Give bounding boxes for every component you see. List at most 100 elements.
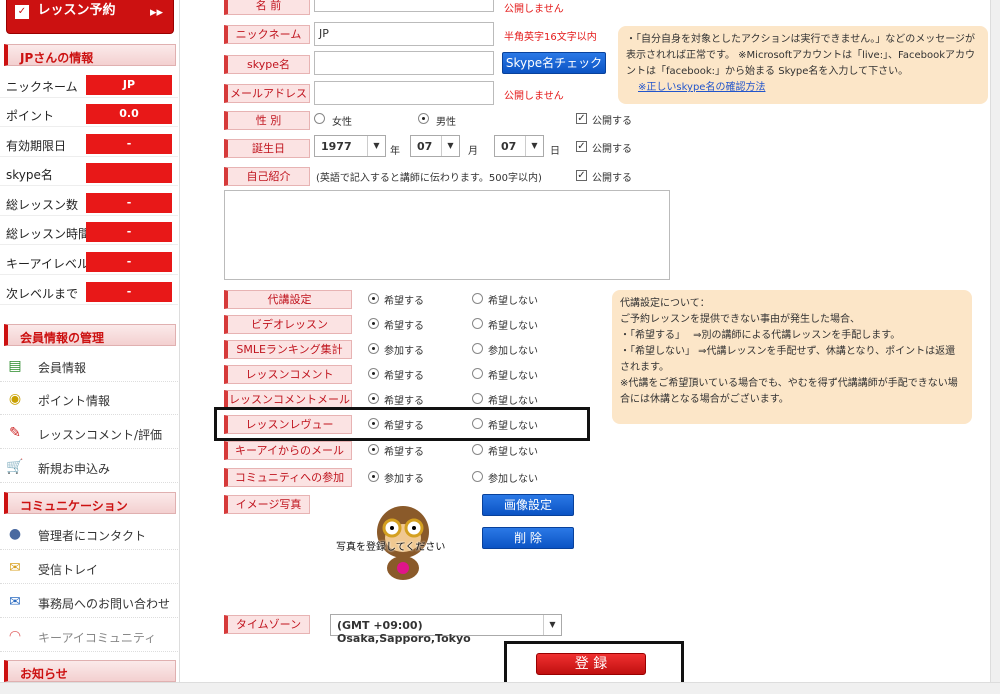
skype-check-button[interactable]: Skype名チェック bbox=[502, 52, 606, 74]
pref-community-yes-radio[interactable] bbox=[368, 471, 379, 482]
communication-title: コミュニケーション bbox=[4, 492, 176, 514]
pref-comment-mail-no-radio[interactable] bbox=[472, 393, 483, 404]
gender-female-label: 女性 bbox=[332, 117, 352, 128]
pref-comment-yes-radio[interactable] bbox=[368, 368, 379, 379]
menu-label: 会員情報 bbox=[38, 361, 87, 375]
gender-female-radio[interactable] bbox=[314, 113, 325, 124]
pref-ranking-yes-radio[interactable] bbox=[368, 343, 379, 354]
day-unit: 日 bbox=[550, 146, 560, 157]
sidebar: ✓ レッスン予約 ▸▸ JPさんの情報 ニックネーム JP ポイント 0.0 有効期… bbox=[0, 0, 180, 694]
info-label: ニックネーム bbox=[6, 80, 78, 94]
menu-new-application[interactable]: 🛒 新規お申込み bbox=[0, 451, 178, 483]
email-field[interactable] bbox=[314, 81, 494, 105]
skype-help-link[interactable]: ※正しいskype名の確認方法 bbox=[626, 80, 980, 96]
info-label: 次レベルまで bbox=[6, 287, 79, 301]
submit-button[interactable]: 登 録 bbox=[536, 653, 646, 675]
delete-image-button[interactable]: 削 除 bbox=[482, 527, 574, 549]
gender-label: 性 別 bbox=[224, 111, 310, 130]
gender-public-label: 公開する bbox=[592, 116, 632, 127]
menu-lesson-comment[interactable]: ✎ レッスンコメント/評価 bbox=[0, 417, 178, 449]
info-label: ポイント bbox=[6, 109, 55, 123]
intro-note: (英語で記入すると講師に伝わります。500字以内) bbox=[316, 173, 542, 184]
info-value bbox=[86, 163, 172, 183]
rainbow-icon: ◠ bbox=[8, 628, 22, 644]
info-label: キーアイレベル bbox=[6, 257, 89, 271]
pref-opt-label: 参加しない bbox=[488, 474, 538, 485]
info-value: 0.0 bbox=[86, 104, 172, 124]
info-row-next-level: 次レベルまで - bbox=[0, 279, 178, 305]
reserve-icon: ✓ bbox=[15, 5, 29, 19]
double-arrow-icon: ▸▸ bbox=[149, 5, 163, 20]
pref-comment-no-radio[interactable] bbox=[472, 368, 483, 379]
gender-male-radio[interactable] bbox=[418, 113, 429, 124]
pref-opt-label: 希望する bbox=[384, 321, 424, 332]
birth-year-select[interactable]: 1977 ▼ bbox=[314, 135, 386, 157]
pref-opt-label: 希望する bbox=[384, 296, 424, 307]
intro-public-label: 公開する bbox=[592, 173, 632, 184]
horizontal-scrollbar[interactable] bbox=[0, 682, 1000, 694]
lesson-reserve-button[interactable]: ✓ レッスン予約 ▸▸ bbox=[6, 0, 174, 34]
birth-year-value: 1977 bbox=[321, 140, 352, 153]
birth-day-select[interactable]: 07 ▼ bbox=[494, 135, 544, 157]
name-label: 名 前 bbox=[224, 0, 310, 15]
sub-info-title: 代講設定について： bbox=[620, 298, 710, 309]
pref-opt-label: 希望する bbox=[384, 396, 424, 407]
photo-placeholder-text: 写真を登録してください bbox=[336, 542, 446, 553]
menu-point-info[interactable]: ◉ ポイント情報 bbox=[0, 383, 178, 415]
menu-label: キーアイコミュニティ bbox=[38, 631, 157, 645]
menu-community[interactable]: ◠ キーアイコミュニティ bbox=[0, 620, 178, 652]
pref-keyi-mail-yes-radio[interactable] bbox=[368, 444, 379, 455]
vertical-scrollbar[interactable] bbox=[990, 0, 1000, 694]
info-row-level: キーアイレベル - bbox=[0, 249, 178, 275]
timezone-select[interactable]: (GMT +09:00) Osaka,Sapporo,Tokyo ▼ bbox=[330, 614, 562, 645]
member-manage-title: 会員情報の管理 bbox=[4, 324, 176, 346]
photo-label: イメージ写真 bbox=[224, 495, 310, 514]
pref-opt-label: 希望しない bbox=[488, 447, 538, 458]
info-label: skype名 bbox=[6, 168, 53, 182]
birthday-public-checkbox[interactable]: ✓ bbox=[576, 141, 587, 152]
pref-comment-mail-yes-radio[interactable] bbox=[368, 393, 379, 404]
info-value: - bbox=[86, 222, 172, 242]
image-settings-button[interactable]: 画像設定 bbox=[482, 494, 574, 516]
intro-public-checkbox[interactable]: ✓ bbox=[576, 170, 587, 181]
person-icon: ● bbox=[8, 526, 22, 542]
menu-contact-admin[interactable]: ● 管理者にコンタクト bbox=[0, 518, 178, 550]
profile-form: 名 前 公開しません ニックネーム JP 半角英字16文字以内 skype名 S… bbox=[180, 0, 1000, 694]
chevron-down-icon: ▼ bbox=[441, 136, 459, 156]
birth-month-select[interactable]: 07 ▼ bbox=[410, 135, 460, 157]
pref-substitute-yes-radio[interactable] bbox=[368, 293, 379, 304]
intro-textarea[interactable] bbox=[224, 190, 670, 280]
info-value: - bbox=[86, 193, 172, 213]
pref-opt-label: 参加しない bbox=[488, 346, 538, 357]
pref-opt-label: 希望しない bbox=[488, 321, 538, 332]
menu-member-info[interactable]: ▤ 会員情報 bbox=[0, 350, 178, 382]
pref-opt-label: 希望する bbox=[384, 371, 424, 382]
nickname-label: ニックネーム bbox=[224, 25, 310, 44]
info-row-total-lessons: 総レッスン数 - bbox=[0, 190, 178, 216]
pref-video-yes-radio[interactable] bbox=[368, 318, 379, 329]
info-value: - bbox=[86, 282, 172, 302]
skype-label: skype名 bbox=[224, 55, 310, 74]
nickname-note: 半角英字16文字以内 bbox=[504, 32, 597, 43]
pref-video-no-radio[interactable] bbox=[472, 318, 483, 329]
info-label: 総レッスン数 bbox=[6, 198, 79, 212]
name-field[interactable] bbox=[314, 0, 494, 12]
sub-info-line: ご予約レッスンを提供できない事由が発生した場合、 bbox=[620, 314, 860, 325]
pref-opt-label: 希望しない bbox=[488, 296, 538, 307]
pref-ranking-no-radio[interactable] bbox=[472, 343, 483, 354]
pref-substitute-no-radio[interactable] bbox=[472, 293, 483, 304]
birthday-label: 誕生日 bbox=[224, 139, 310, 158]
birth-day-value: 07 bbox=[501, 140, 517, 153]
memo-icon: ✎ bbox=[9, 425, 21, 441]
skype-field[interactable] bbox=[314, 51, 494, 75]
pref-label-community: コミュニティへの参加 bbox=[224, 468, 352, 487]
pref-keyi-mail-no-radio[interactable] bbox=[472, 444, 483, 455]
menu-office-inquiry[interactable]: ✉ 事務局へのお問い合わせ bbox=[0, 586, 178, 618]
info-row-skype: skype名 bbox=[0, 160, 178, 186]
pref-community-no-radio[interactable] bbox=[472, 471, 483, 482]
intro-label: 自己紹介 bbox=[224, 167, 310, 186]
menu-inbox[interactable]: ✉ 受信トレイ bbox=[0, 552, 178, 584]
nickname-field[interactable]: JP bbox=[314, 22, 494, 46]
gender-public-checkbox[interactable]: ✓ bbox=[576, 113, 587, 124]
menu-label: 受信トレイ bbox=[38, 563, 99, 577]
